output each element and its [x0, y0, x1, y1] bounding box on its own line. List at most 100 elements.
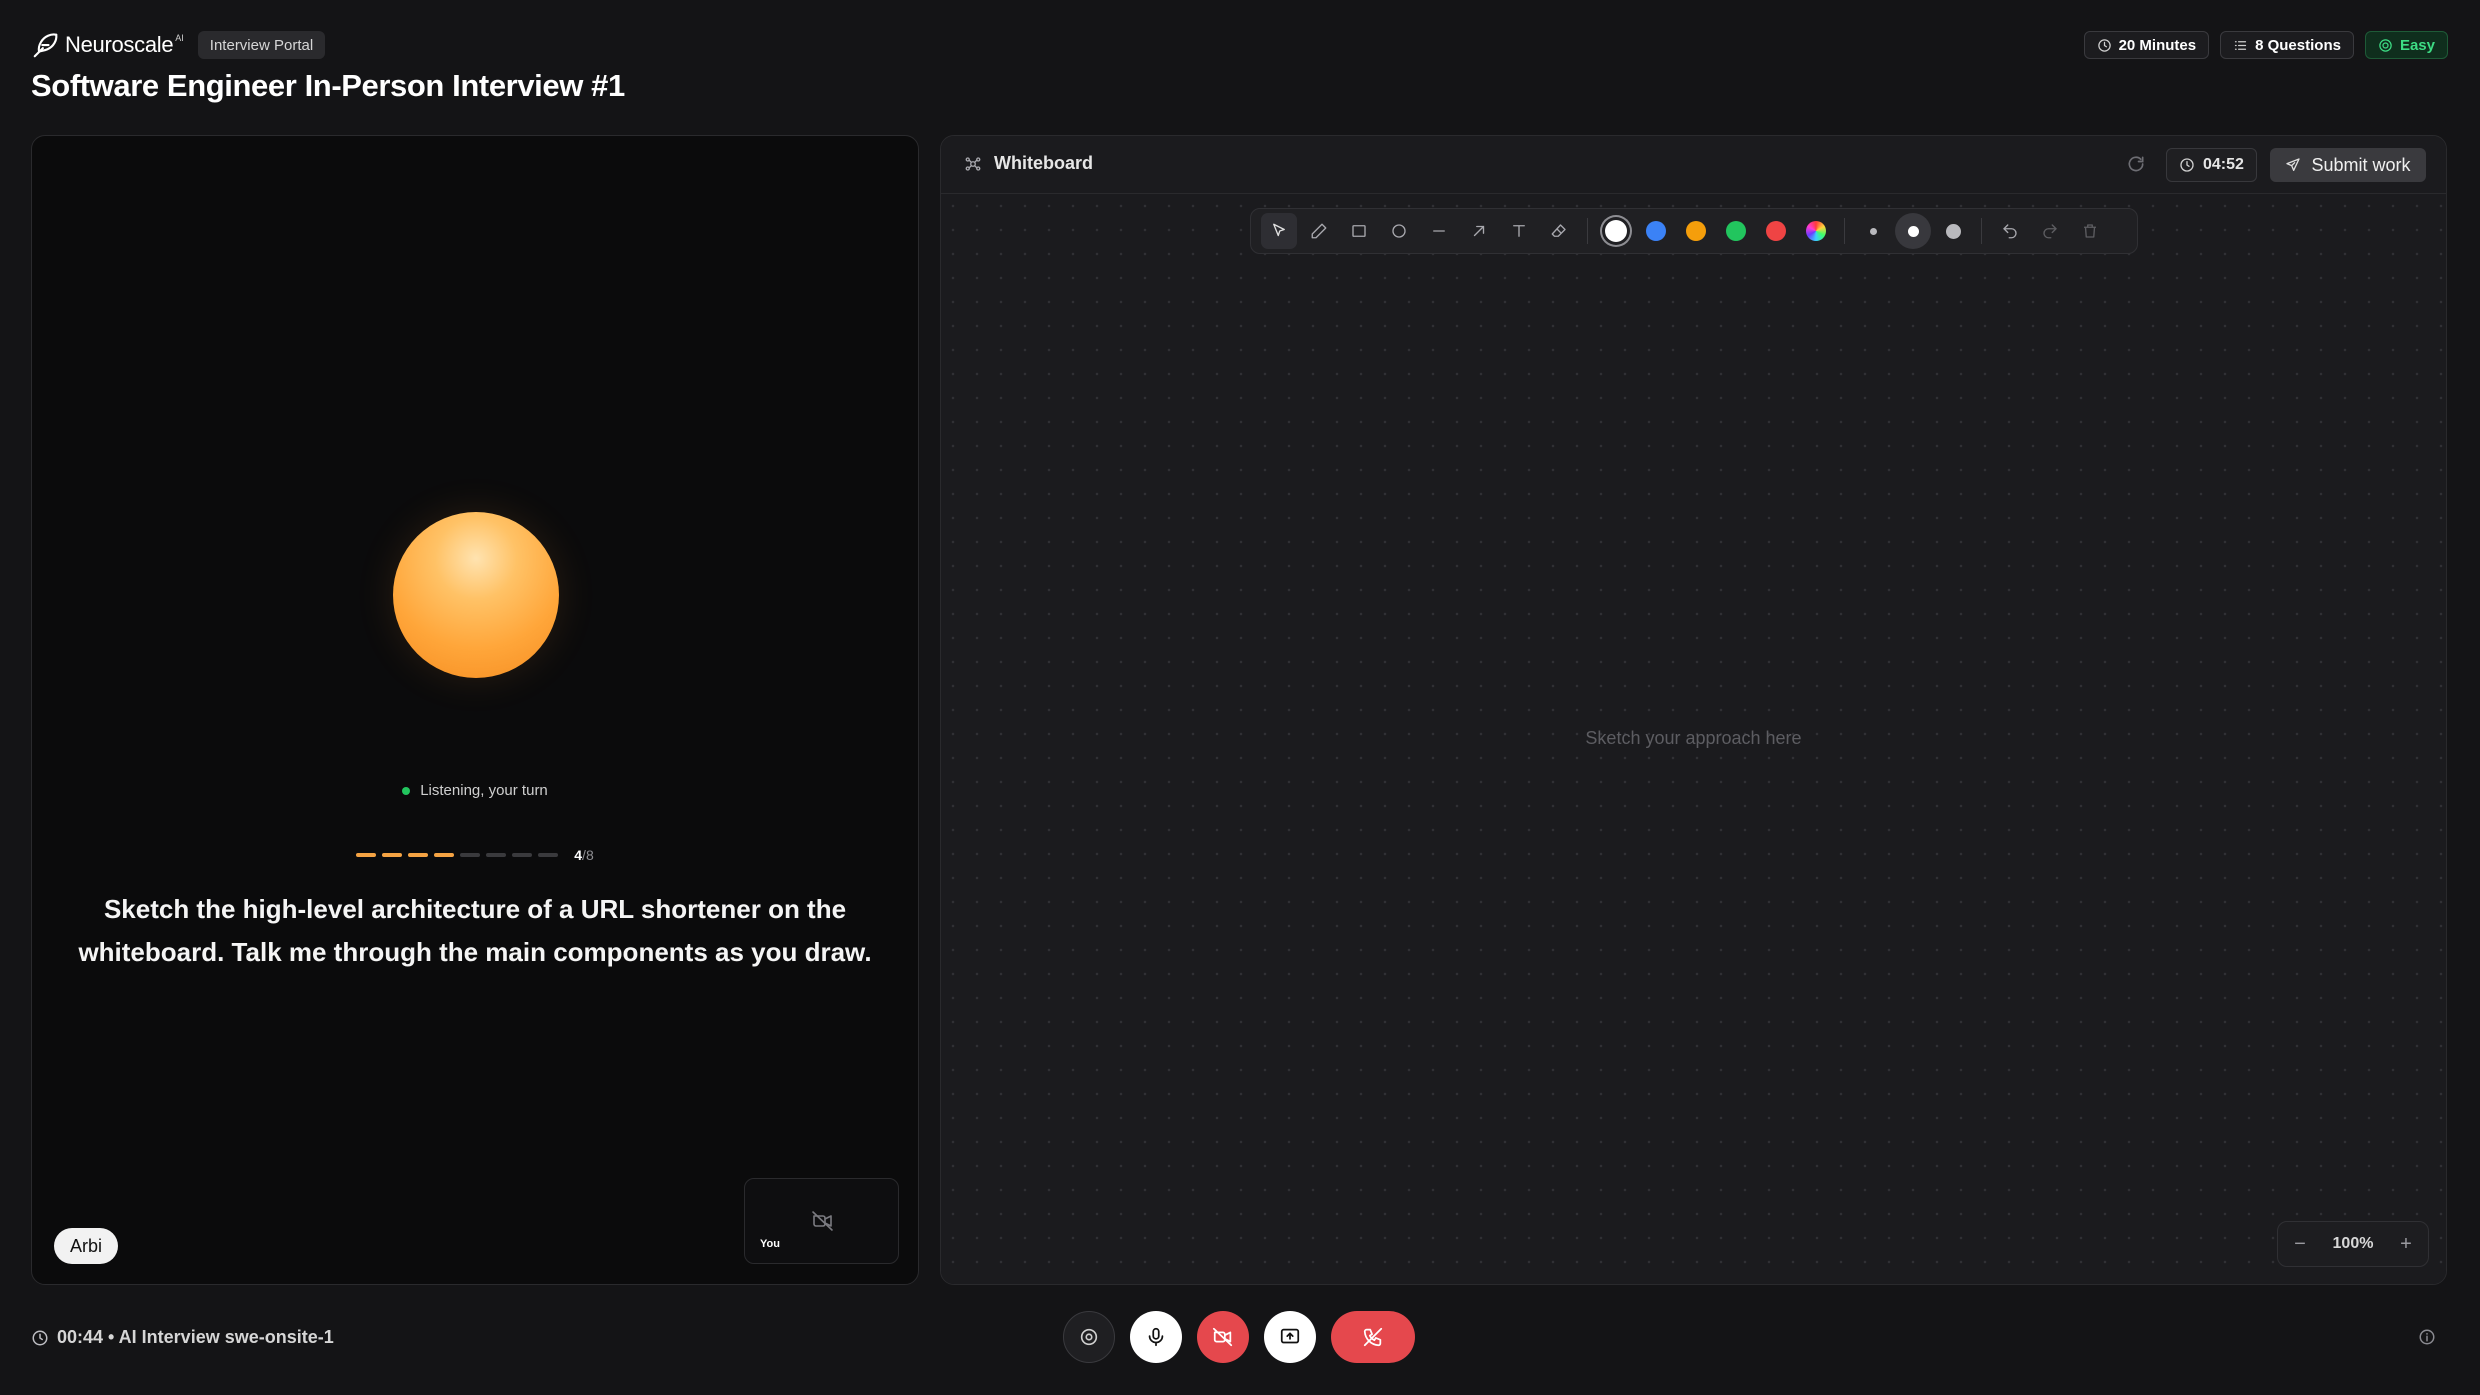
arrow-tool[interactable] — [1461, 213, 1497, 249]
swatch-fill — [1806, 221, 1826, 241]
self-view-tile[interactable]: You — [744, 1178, 899, 1264]
undo-button[interactable] — [1992, 213, 2028, 249]
select-tool[interactable] — [1261, 213, 1297, 249]
camera-off-icon — [812, 1211, 833, 1231]
color-swatch-orange[interactable] — [1678, 213, 1714, 249]
pencil-icon — [1311, 223, 1327, 239]
cursor-icon — [1273, 223, 1285, 237]
eraser-icon — [1551, 224, 1566, 237]
progress-count: 4/8 — [574, 847, 593, 863]
zoom-control: − 100% + — [2277, 1221, 2429, 1267]
toolbar-separator — [1981, 218, 1982, 244]
swatch-fill — [1646, 221, 1666, 241]
canvas-hint: Sketch your approach here — [1585, 728, 1802, 748]
interviewer-panel: Listening, your turn 4/8 Sketch the high… — [31, 135, 919, 1285]
progress-segment — [408, 853, 429, 857]
submit-work-button[interactable]: Submit work — [2270, 148, 2426, 182]
whiteboard-panel: Whiteboard 04:52 Submit work Sketch your… — [940, 135, 2447, 1285]
hang-up-icon — [1363, 1327, 1383, 1347]
duration-badge: 20 Minutes — [2083, 31, 2210, 59]
feather-logo-icon — [33, 33, 58, 58]
progress-segment — [356, 853, 377, 857]
zoom-in-button[interactable]: + — [2396, 1233, 2416, 1255]
send-icon — [2286, 158, 2301, 171]
clear-button[interactable] — [2072, 213, 2108, 249]
swatch-fill — [1726, 221, 1746, 241]
settings-button[interactable] — [1063, 1311, 1115, 1363]
rectangle-tool[interactable] — [1341, 213, 1377, 249]
interview-meta: 20 Minutes 8 Questions Easy — [2083, 31, 2448, 59]
submit-work-label: Submit work — [2311, 154, 2411, 175]
progress-segment — [538, 853, 559, 857]
target-icon — [2379, 38, 2392, 52]
timer-value: 04:52 — [2203, 156, 2244, 173]
stroke-size-small[interactable] — [1855, 213, 1891, 249]
page-title: Software Engineer In-Person Interview #1 — [31, 68, 625, 103]
circle-icon — [1392, 224, 1406, 238]
redo-icon — [2043, 224, 2057, 239]
mic-icon — [1148, 1327, 1164, 1347]
call-controls — [1063, 1311, 1415, 1363]
stroke-size-large[interactable] — [1935, 213, 1971, 249]
question-progress: 4/8 — [32, 847, 918, 863]
listening-status-text: Listening, your turn — [420, 782, 548, 799]
whiteboard-header: Whiteboard 04:52 Submit work — [941, 136, 2446, 194]
questions-label: 8 Questions — [2255, 36, 2341, 54]
screen-share-icon — [1280, 1328, 1300, 1344]
info-icon[interactable] — [2418, 1328, 2436, 1346]
progress-total: 8 — [585, 847, 594, 863]
circle-tool[interactable] — [1381, 213, 1417, 249]
list-icon — [2234, 40, 2247, 50]
color-swatch-red[interactable] — [1758, 213, 1794, 249]
color-swatch-white[interactable] — [1598, 213, 1634, 249]
microphone-button[interactable] — [1130, 1311, 1182, 1363]
text-icon — [1513, 225, 1525, 237]
undo-icon — [2003, 224, 2017, 239]
text-tool[interactable] — [1501, 213, 1537, 249]
listening-status: Listening, your turn — [32, 782, 918, 799]
collaboration-icon — [965, 156, 981, 171]
toolbar-separator — [1844, 218, 1845, 244]
redo-button[interactable] — [2032, 213, 2068, 249]
whiteboard-title: Whiteboard — [964, 153, 1093, 174]
line-tool[interactable] — [1421, 213, 1457, 249]
toolbar-separator — [1587, 218, 1588, 244]
drawing-toolbar — [1250, 208, 2138, 254]
progress-segment — [486, 853, 507, 857]
difficulty-label: Easy — [2399, 36, 2435, 54]
zoom-out-button[interactable]: − — [2290, 1233, 2310, 1255]
custom-color-picker[interactable] — [1798, 213, 1834, 249]
trash-icon — [2084, 224, 2096, 238]
pencil-tool[interactable] — [1301, 213, 1337, 249]
brand-name: Neuroscale — [65, 32, 174, 57]
question-text: Sketch the high-level architecture of a … — [78, 894, 872, 967]
rectangle-icon — [1352, 225, 1366, 237]
difficulty-badge: Easy — [2364, 31, 2448, 59]
progress-segment — [382, 853, 403, 857]
clock-icon — [2097, 38, 2111, 52]
refresh-icon[interactable] — [2126, 154, 2146, 174]
share-screen-button[interactable] — [1264, 1311, 1316, 1363]
swatch-fill — [1766, 221, 1786, 241]
interviewer-name-chip: Arbi — [54, 1228, 119, 1264]
brand-superscript: AI — [175, 33, 184, 43]
whiteboard-timer: 04:52 — [2166, 148, 2257, 182]
questions-badge: 8 Questions — [2220, 31, 2354, 59]
size-dot — [1945, 223, 1961, 239]
settings-icon — [1080, 1328, 1098, 1346]
stroke-size-medium[interactable] — [1895, 213, 1931, 249]
progress-segment — [512, 853, 533, 857]
end-call-button[interactable] — [1331, 1311, 1415, 1363]
line-icon — [1433, 230, 1445, 232]
progress-segment — [434, 853, 455, 857]
color-swatch-blue[interactable] — [1638, 213, 1674, 249]
session-status-text: 00:44 • AI Interview swe-onsite-1 — [57, 1327, 334, 1347]
color-swatch-green[interactable] — [1718, 213, 1754, 249]
swatch-fill — [1686, 221, 1706, 241]
ai-avatar-orb — [393, 512, 559, 678]
camera-toggle-button[interactable] — [1197, 1311, 1249, 1363]
brand: Neuroscale AI Interview Portal — [31, 30, 326, 60]
progress-segment — [460, 853, 481, 857]
arrow-icon — [1473, 225, 1485, 237]
eraser-tool[interactable] — [1541, 213, 1577, 249]
